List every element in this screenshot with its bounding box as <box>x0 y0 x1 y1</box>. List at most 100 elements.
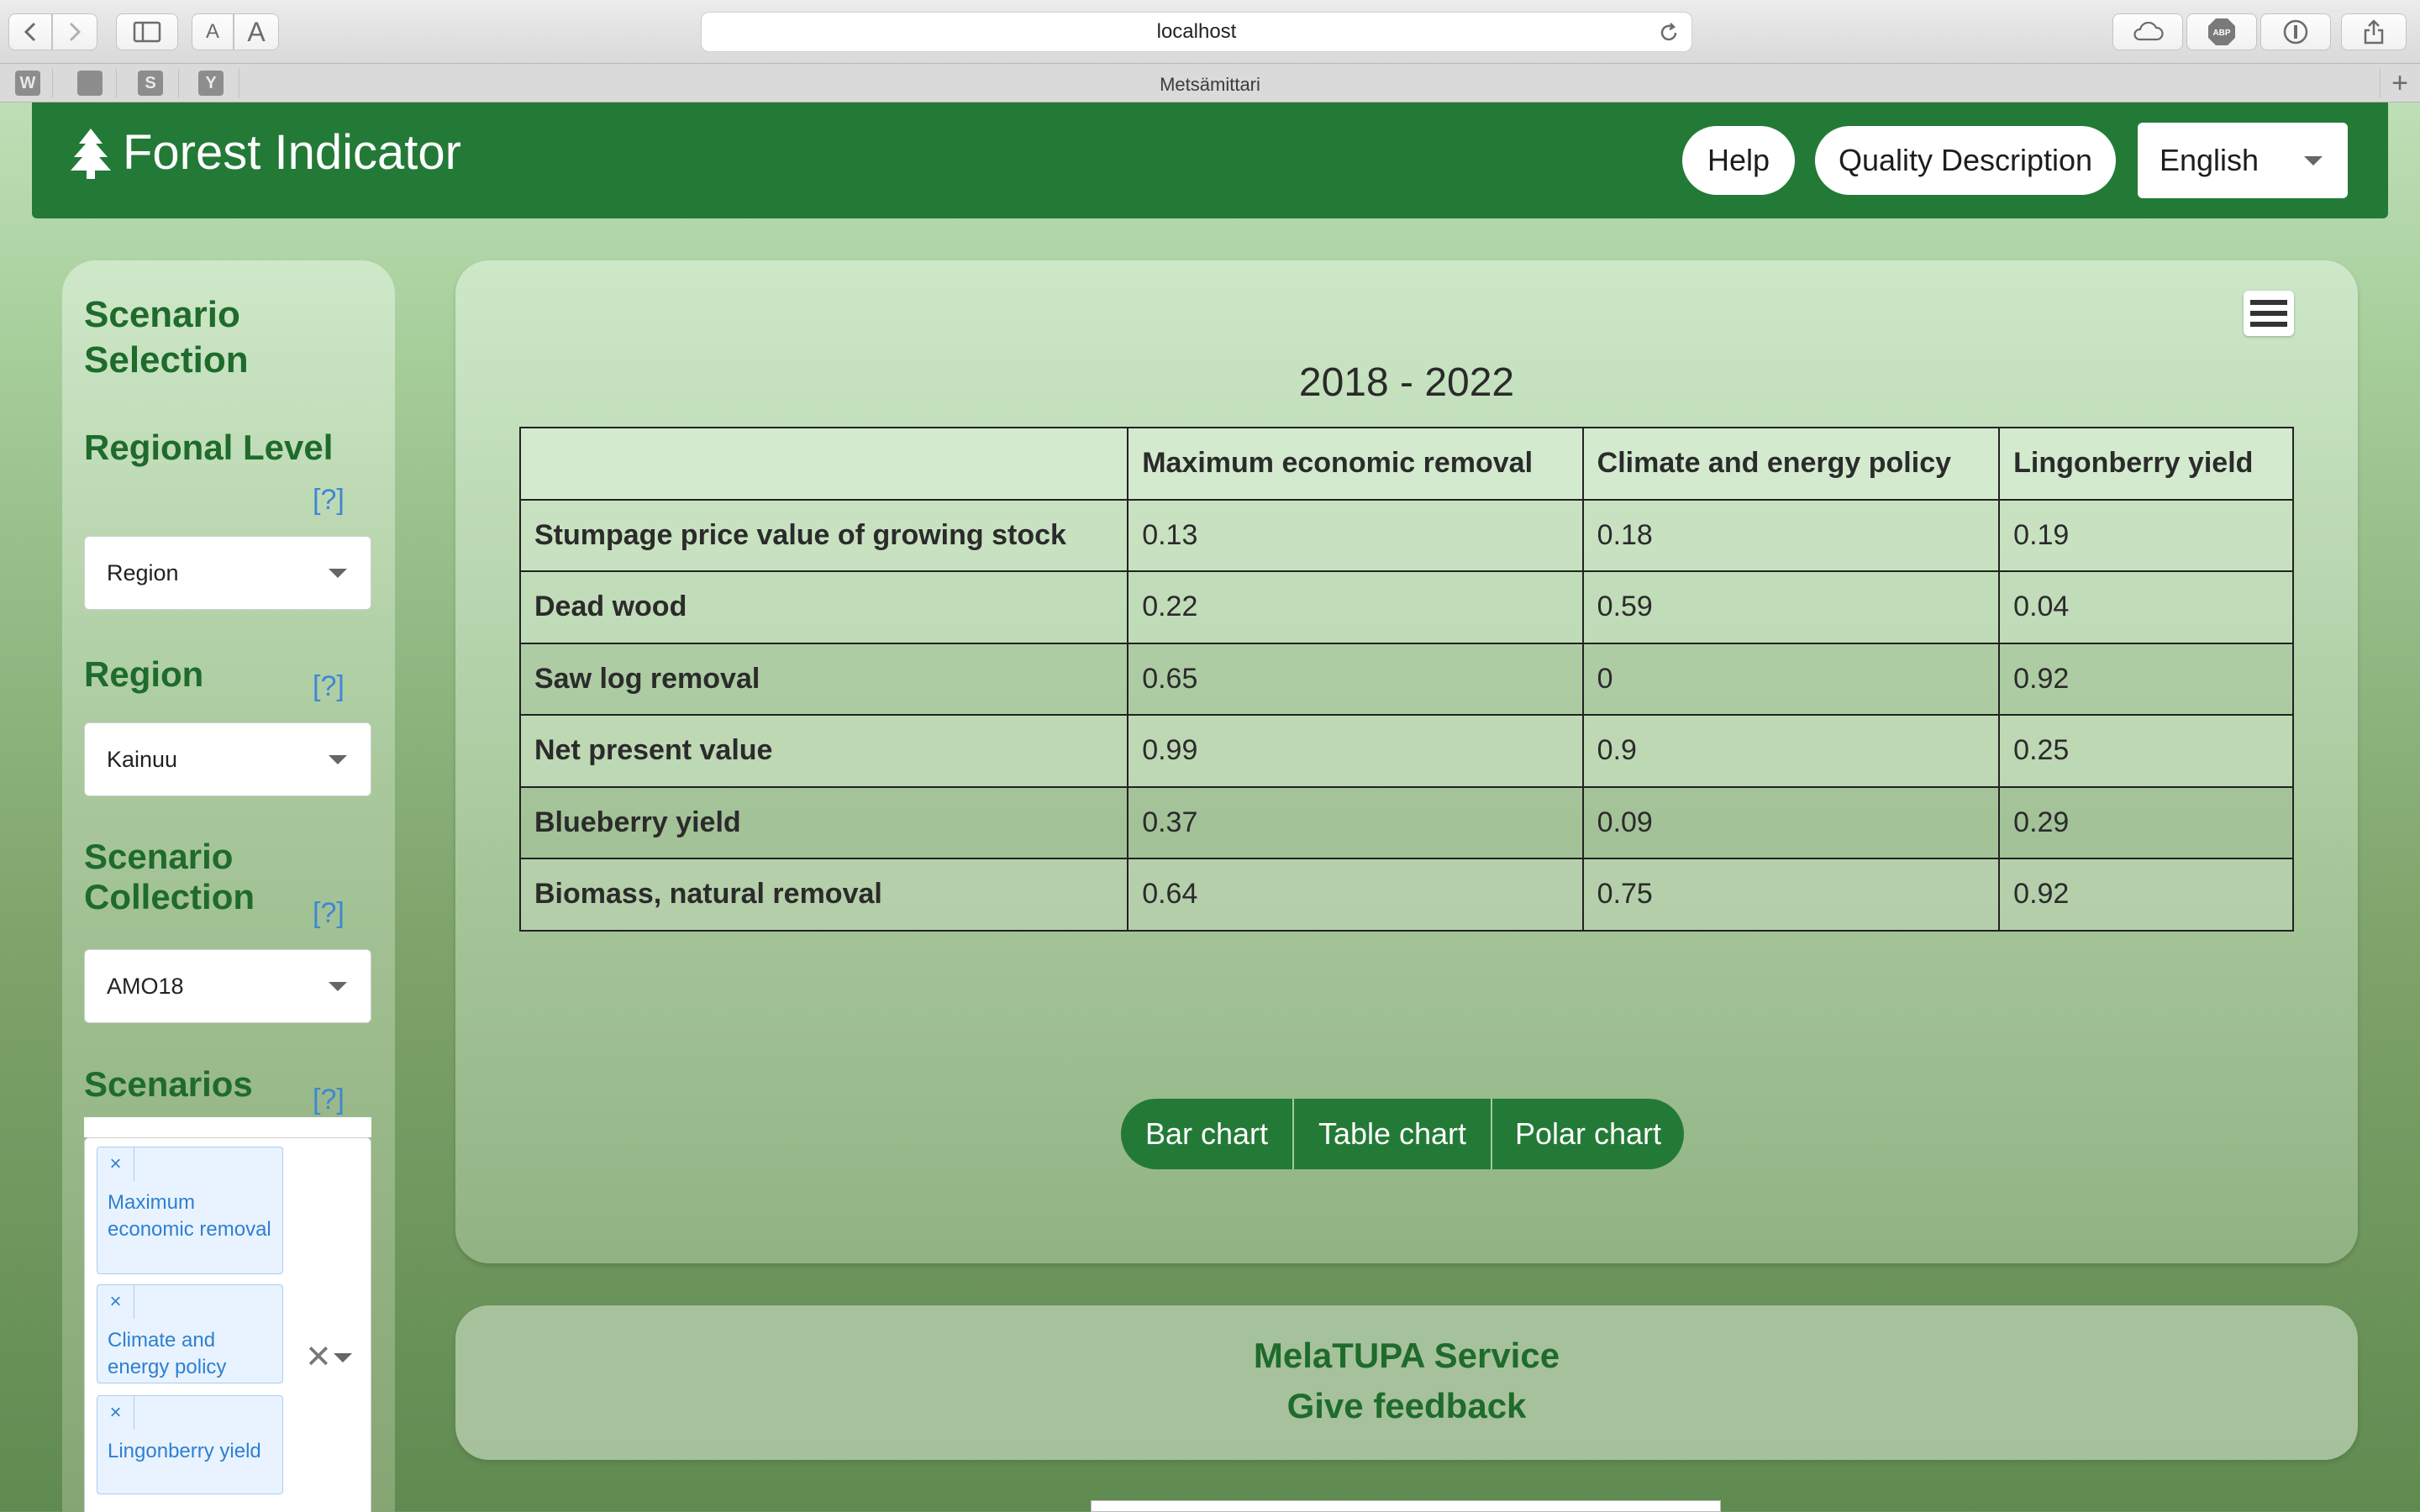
melatupa-service-link[interactable]: MelaTUPA Service <box>455 1336 2358 1376</box>
indicator-name: Biomass, natural removal <box>518 858 1129 932</box>
chevron-down-icon <box>329 569 347 578</box>
bottom-content-edge <box>1091 1500 1721 1512</box>
region-help-link[interactable]: [?] <box>313 670 345 703</box>
quality-description-button[interactable]: Quality Description <box>1815 126 2116 195</box>
brand-title: Forest Indicator <box>123 125 461 180</box>
tab-title[interactable]: Metsämittari <box>0 74 2420 96</box>
regional-level-help-link[interactable]: [?] <box>313 484 345 517</box>
table-cell: 0.92 <box>1998 858 2294 932</box>
regional-level-label: Regional Level <box>84 428 334 467</box>
chart-panel: 2018 - 2022 Maximum economic removal Cli… <box>455 260 2358 1263</box>
scenario-collection-label: Scenario Collection <box>84 837 255 916</box>
clear-scenarios-icon[interactable]: ✕ <box>305 1338 332 1376</box>
share-icon <box>2364 19 2384 45</box>
language-select[interactable]: English <box>2138 123 2348 198</box>
new-tab-icon[interactable]: + <box>2391 67 2408 100</box>
share-button[interactable] <box>2341 13 2407 50</box>
password-manager-button[interactable] <box>2260 13 2331 50</box>
table-cell: 0.99 <box>1127 714 1584 788</box>
regional-level-select[interactable]: Region <box>84 536 371 610</box>
scenario-chip: × Maximum economic removal <box>97 1147 283 1274</box>
indicator-name: Stumpage price value of growing stock <box>518 498 1129 572</box>
give-feedback-link[interactable]: Give feedback <box>455 1386 2358 1426</box>
chevron-down-icon <box>329 982 347 991</box>
table-header-row: Maximum economic removal Climate and ene… <box>518 427 2294 501</box>
table-cell: 0.37 <box>1127 785 1584 859</box>
remove-scenario-button[interactable]: × <box>97 1396 134 1430</box>
scenario-chip: × Climate and energy policy <box>97 1284 283 1383</box>
table-row: Blueberry yield 0.37 0.09 0.29 <box>518 785 2294 859</box>
table-cell: 0.59 <box>1581 570 2001 644</box>
scenarios-select-top <box>84 1117 371 1137</box>
scenarios-multiselect[interactable]: × Maximum economic removal × Climate and… <box>84 1137 371 1512</box>
brand[interactable]: Forest Indicator <box>69 124 461 181</box>
table-row: Stumpage price value of growing stock 0.… <box>518 498 2294 572</box>
table-cell: 0.18 <box>1581 498 2001 572</box>
table-cell: 0.75 <box>1581 858 2001 932</box>
scenarios-help-link[interactable]: [?] <box>313 1084 345 1116</box>
region-label: Region <box>84 654 204 694</box>
browser-toolbar: A A localhost ABP <box>0 0 2420 64</box>
reload-icon[interactable] <box>1658 22 1680 44</box>
table-header-cell: Climate and energy policy <box>1581 427 2001 501</box>
help-button[interactable]: Help <box>1682 126 1795 195</box>
password-icon <box>2283 19 2308 45</box>
table-cell: 0.65 <box>1127 642 1584 716</box>
scenario-collection-help-link[interactable]: [?] <box>313 897 345 930</box>
back-button[interactable] <box>8 13 52 50</box>
table-header-cell: Maximum economic removal <box>1127 427 1584 501</box>
hamburger-icon-bar <box>2250 322 2287 327</box>
text-larger-label: A <box>247 16 266 47</box>
period-title: 2018 - 2022 <box>1298 360 1515 405</box>
scenario-chip-label: Climate and energy policy <box>108 1329 227 1378</box>
text-larger-button[interactable]: A <box>234 13 279 50</box>
cloud-icon <box>2133 22 2164 41</box>
table-chart-button[interactable]: Table chart <box>1292 1099 1491 1169</box>
bar-chart-button[interactable]: Bar chart <box>1121 1099 1292 1169</box>
chart-menu-button[interactable] <box>2244 291 2294 336</box>
indicator-table: Maximum economic removal Climate and ene… <box>518 427 2294 932</box>
table-cell: 0.29 <box>1998 785 2294 859</box>
tree-icon <box>71 128 111 179</box>
forward-button[interactable] <box>52 13 97 50</box>
table-row: Saw log removal 0.65 0 0.92 <box>518 642 2294 716</box>
app-header: Forest Indicator Help Quality Descriptio… <box>32 102 2388 218</box>
text-smaller-label: A <box>205 20 219 43</box>
indicator-name: Blueberry yield <box>518 785 1129 859</box>
scenarios-label: Scenarios <box>84 1064 253 1104</box>
remove-scenario-button[interactable]: × <box>97 1147 134 1181</box>
polar-chart-button[interactable]: Polar chart <box>1491 1099 1684 1169</box>
address-bar[interactable]: localhost <box>701 12 1692 52</box>
sidebar-title: Scenario Selection <box>84 294 249 381</box>
table-header-cell: Lingonberry yield <box>1998 427 2294 501</box>
scenario-collection-value: AMO18 <box>107 973 184 999</box>
chevron-left-icon <box>24 22 36 42</box>
address-text: localhost <box>1156 20 1237 43</box>
tab-bar: W S Y Metsämittari + <box>0 64 2420 102</box>
indicator-name: Saw log removal <box>518 642 1129 716</box>
region-select[interactable]: Kainuu <box>84 722 371 796</box>
table-cell: 0.92 <box>1998 642 2294 716</box>
regional-level-value: Region <box>107 559 179 585</box>
scenario-collection-select[interactable]: AMO18 <box>84 949 371 1023</box>
table-cell: 0.19 <box>1998 498 2294 572</box>
icloud-button[interactable] <box>2112 13 2183 50</box>
table-row: Net present value 0.99 0.9 0.25 <box>518 714 2294 788</box>
svg-text:ABP: ABP <box>2212 29 2230 38</box>
indicator-name: Dead wood <box>518 570 1129 644</box>
remove-scenario-button[interactable]: × <box>97 1285 134 1319</box>
sidebar-toggle-button[interactable] <box>116 13 178 50</box>
chevron-down-icon <box>329 755 347 764</box>
table-cell: 0.9 <box>1581 714 2001 788</box>
table-cell: 0 <box>1581 642 2001 716</box>
table-cell: 0.22 <box>1127 570 1584 644</box>
adblock-button[interactable]: ABP <box>2186 13 2257 50</box>
scenario-chip-label: Lingonberry yield <box>108 1440 261 1462</box>
scenario-sidebar: Scenario Selection Regional Level [?] Re… <box>62 260 395 1512</box>
scenario-chip-label: Maximum economic removal <box>108 1191 271 1241</box>
hamburger-icon-bar <box>2250 311 2287 316</box>
hamburger-icon-bar <box>2250 300 2287 305</box>
chevron-down-icon[interactable] <box>334 1353 352 1362</box>
chevron-down-icon <box>2304 156 2323 165</box>
text-smaller-button[interactable]: A <box>192 13 234 50</box>
